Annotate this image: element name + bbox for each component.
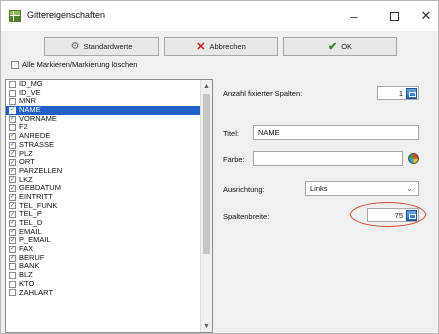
column-checkbox[interactable] [9,89,16,97]
column-checkbox[interactable]: ✓ [9,167,16,175]
color-picker-button[interactable] [406,151,420,165]
column-checkbox[interactable]: ✓ [9,254,16,262]
column-checkbox[interactable]: ✓ [9,237,16,245]
column-checkbox[interactable] [9,80,16,88]
column-list-item[interactable]: BANK [6,262,201,271]
column-checkbox[interactable]: ✓ [9,245,16,253]
column-checkbox[interactable]: ✓ [9,159,16,167]
chevron-down-icon: ⌄ [406,184,413,193]
select-all-checkbox-row[interactable]: Alle Markieren/Markierung löschen [11,60,137,69]
column-checkbox[interactable] [9,124,16,132]
spinner-icon[interactable] [406,87,417,99]
fixed-columns-value: 1 [398,88,403,98]
alignment-value: Links [310,184,328,193]
annotation-ellipse [350,202,426,227]
defaults-label: Standardwerte [83,42,133,51]
column-checkbox[interactable]: ✓ [9,115,16,123]
column-checkbox[interactable]: ✓ [9,228,16,236]
select-all-label: Alle Markieren/Markierung löschen [22,60,138,69]
color-input[interactable] [253,151,403,166]
column-checkbox[interactable]: ✓ [9,185,16,193]
column-checkbox[interactable]: ✓ [9,219,16,227]
column-list-item[interactable]: ZAHLART [6,287,201,298]
column-checkbox[interactable] [9,263,16,271]
column-checkbox[interactable]: ✓ [9,176,16,184]
alignment-label: Ausrichtung: [223,185,265,194]
column-checkbox[interactable] [9,280,16,288]
column-checkbox[interactable]: ✓ [9,106,16,114]
column-list-item[interactable]: ✓ P_EMAIL [6,236,201,245]
fixed-columns-spinner[interactable]: 1 [377,86,419,100]
fixed-columns-label: Anzahl fixierter Spalten: [223,89,303,98]
ok-label: OK [341,42,353,51]
column-list-items: ID_MG ID_VE MNR ✓ NAME ✓ VORNAME F2 ✓ ANREDE ✓ STRA… [6,80,201,297]
column-list-item[interactable]: ✓ PLZ [6,149,201,159]
column-list[interactable]: ID_MG ID_VE MNR ✓ NAME ✓ VORNAME F2 ✓ ANREDE ✓ STRA… [5,79,213,333]
maximize-icon [389,11,399,21]
column-checkbox[interactable] [9,271,16,279]
column-list-item[interactable]: ✓ VORNAME [6,114,201,124]
scroll-thumb[interactable] [203,94,210,254]
close-button[interactable]: ✕ [406,1,439,31]
minimize-button[interactable]: – [334,1,374,31]
column-checkbox[interactable]: ✓ [9,211,16,219]
column-checkbox[interactable]: ✓ [9,202,16,210]
ok-button[interactable]: ✔ OK [283,37,397,56]
column-checkbox[interactable]: ✓ [9,150,16,158]
vertical-scrollbar[interactable]: ▲ ▼ [200,80,212,332]
cancel-x-icon: ✕ [196,41,206,53]
column-list-item[interactable]: ✓ PARZELLEN [6,166,201,176]
select-all-checkbox[interactable] [11,60,19,69]
color-wheel-icon [407,152,419,164]
scroll-down-arrow-icon[interactable]: ▼ [201,320,212,332]
column-checkbox[interactable]: ✓ [9,141,16,149]
column-checkbox[interactable] [9,289,16,297]
title-label: Titel: [223,129,239,138]
column-width-label: Spaltenbreite: [223,212,270,221]
defaults-button[interactable]: ⚙ Standardwerte [44,37,159,56]
cancel-button[interactable]: ✕ Abbrechen [164,37,278,56]
column-name: ZAHLART [19,287,54,297]
dialog-window: Gittereigenschaften – ✕ ⚙ Standardwerte … [0,0,439,334]
column-properties-panel: Anzahl fixierter Spalten: 1 Titel: NAME … [219,81,433,333]
title-input[interactable]: NAME [253,125,419,140]
column-list-item[interactable]: BLZ [6,270,201,280]
window-title: Gittereigenschaften [27,10,106,20]
checkmark-icon: ✔ [327,41,338,53]
title-bar: Gittereigenschaften – ✕ [1,1,438,31]
cancel-label: Abbrechen [209,42,246,51]
column-checkbox[interactable]: ✓ [9,193,16,201]
column-list-item[interactable]: ✓ STRASSE [6,140,201,150]
grid-app-icon [9,10,21,22]
column-checkbox[interactable]: ✓ [9,132,16,140]
scroll-up-arrow-icon[interactable]: ▲ [201,80,212,92]
color-label: Farbe: [223,155,245,164]
column-checkbox[interactable] [9,98,16,106]
alignment-dropdown[interactable]: Links ⌄ [305,181,419,196]
gear-icon: ⚙ [70,41,80,52]
